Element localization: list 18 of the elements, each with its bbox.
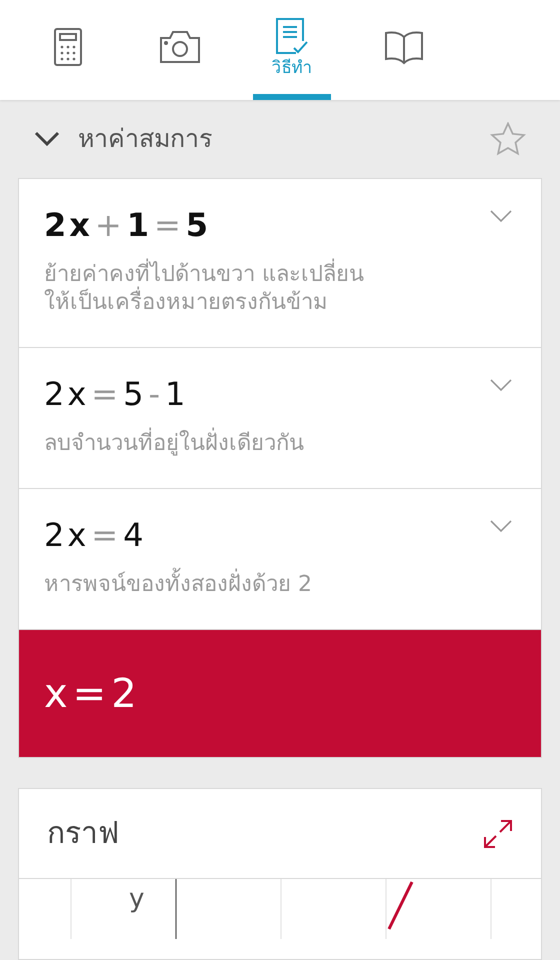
chevron-icon[interactable] [34, 131, 60, 147]
equation: 2x+1=5 [44, 205, 210, 246]
equation: x=2 [44, 670, 137, 718]
equation: 2 x=5-1 [44, 374, 186, 415]
calculator-icon [53, 27, 83, 67]
axis-label: y [129, 883, 144, 915]
step-card[interactable]: 2 x=5-1 ลบจำนวนที่อยู่ในฝั่งเดียวกัน [19, 348, 541, 489]
step-explanation: ลบจำนวนที่อยู่ในฝั่งเดียวกัน [44, 430, 489, 458]
step-explanation: ย้ายค่าคงที่ไปด้านขวา และเปลี่ยน ให้เป็นเครื่องหมายตรงกันข้าม [44, 261, 489, 317]
step-card[interactable]: 2x+1=5 ย้ายค่าคงที่ไปด้านขวา และเปลี่ยน ให้เป็นเครื่องหมายตรงกันข้าม [19, 179, 541, 348]
document-check-icon [274, 16, 310, 56]
graph-title: กราฟ [47, 815, 120, 853]
expand-icon[interactable] [483, 818, 513, 848]
open-book-icon [384, 29, 424, 65]
equation: 2 x=4 [44, 515, 144, 556]
star-icon[interactable] [490, 122, 526, 156]
section-title: หาค่าสมการ [78, 123, 213, 156]
camera-icon [158, 29, 202, 65]
